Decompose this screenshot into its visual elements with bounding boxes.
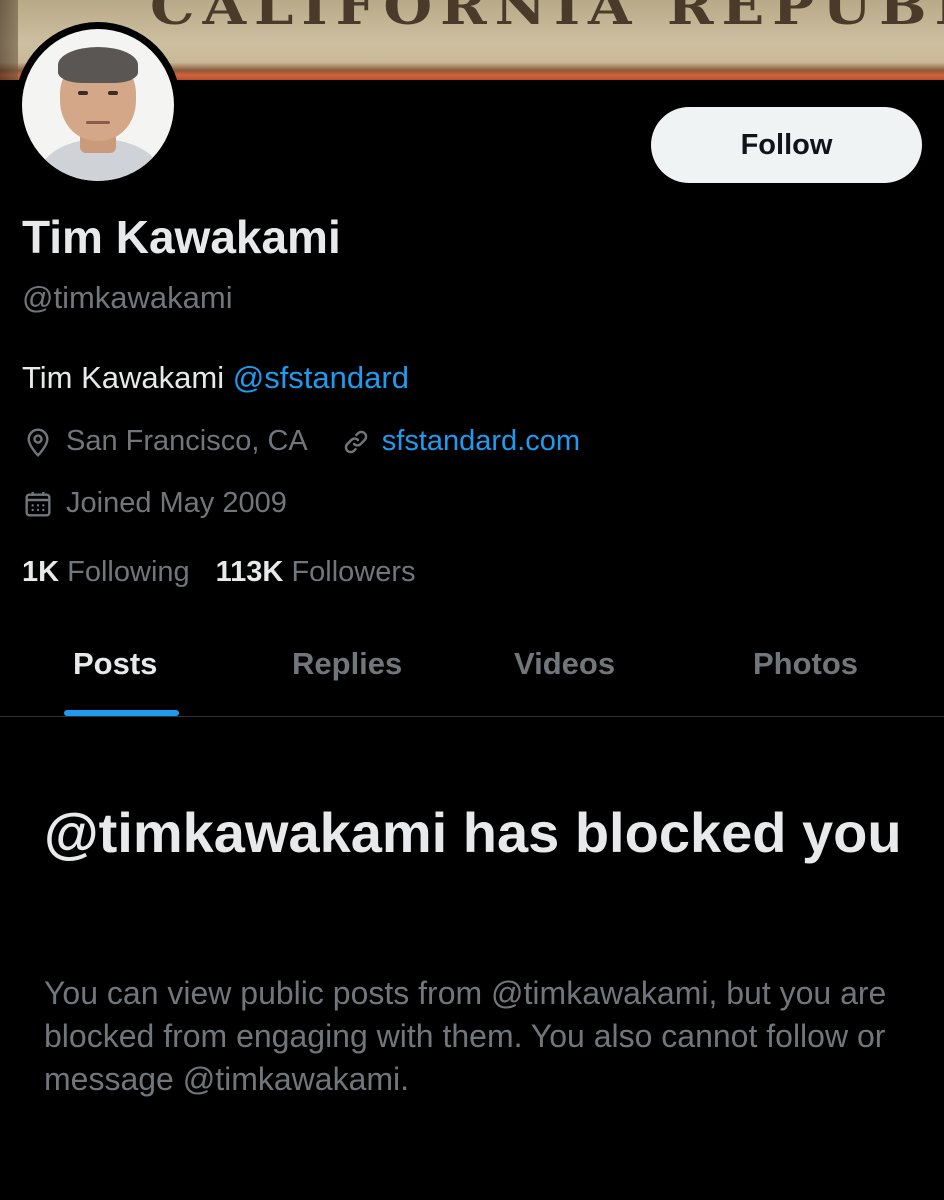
profile-joined-date: Joined May 2009 bbox=[66, 487, 287, 519]
tabs-divider bbox=[0, 716, 944, 717]
tab-replies[interactable]: Replies bbox=[292, 646, 402, 682]
tab-videos[interactable]: Videos bbox=[514, 646, 615, 682]
followers-count: 113K bbox=[215, 556, 284, 588]
following-link[interactable]: 1K Following bbox=[22, 556, 190, 589]
following-label: Following bbox=[67, 556, 190, 588]
profile-bio: Tim Kawakami @sfstandard bbox=[22, 360, 409, 396]
bio-text: Tim Kawakami bbox=[22, 360, 233, 395]
profile-counts: 1K Following 113K Followers bbox=[22, 556, 416, 589]
bio-mention-link[interactable]: @sfstandard bbox=[233, 360, 409, 395]
profile-location: San Francisco, CA bbox=[66, 425, 308, 457]
profile-tabs: Posts Replies Videos Photos bbox=[0, 618, 944, 716]
link-icon bbox=[340, 426, 372, 458]
profile-website-link[interactable]: sfstandard.com bbox=[382, 425, 580, 458]
banner-text: CALIFORNIA REPUBLIC bbox=[150, 0, 944, 37]
avatar-photo bbox=[22, 29, 174, 181]
blocked-heading: @timkawakami has blocked you bbox=[44, 801, 902, 864]
avatar[interactable] bbox=[15, 22, 181, 188]
blocked-message: You can view public posts from @timkawak… bbox=[44, 975, 887, 1097]
followers-link[interactable]: 113K Followers bbox=[216, 556, 416, 589]
location-pin-icon bbox=[22, 426, 54, 458]
profile-meta-row: San Francisco, CA sfstandard.com bbox=[22, 425, 580, 458]
calendar-icon bbox=[22, 488, 54, 520]
follow-button[interactable]: Follow bbox=[651, 107, 922, 183]
profile-handle: @timkawakami bbox=[22, 280, 233, 315]
tab-photos[interactable]: Photos bbox=[753, 646, 858, 682]
profile-joined-row: Joined May 2009 bbox=[22, 487, 287, 520]
tab-posts[interactable]: Posts bbox=[73, 646, 157, 682]
following-count: 1K bbox=[22, 556, 60, 588]
banner-frame-edge bbox=[0, 0, 18, 80]
followers-label: Followers bbox=[291, 556, 416, 588]
profile-name: Tim Kawakami bbox=[22, 211, 341, 263]
